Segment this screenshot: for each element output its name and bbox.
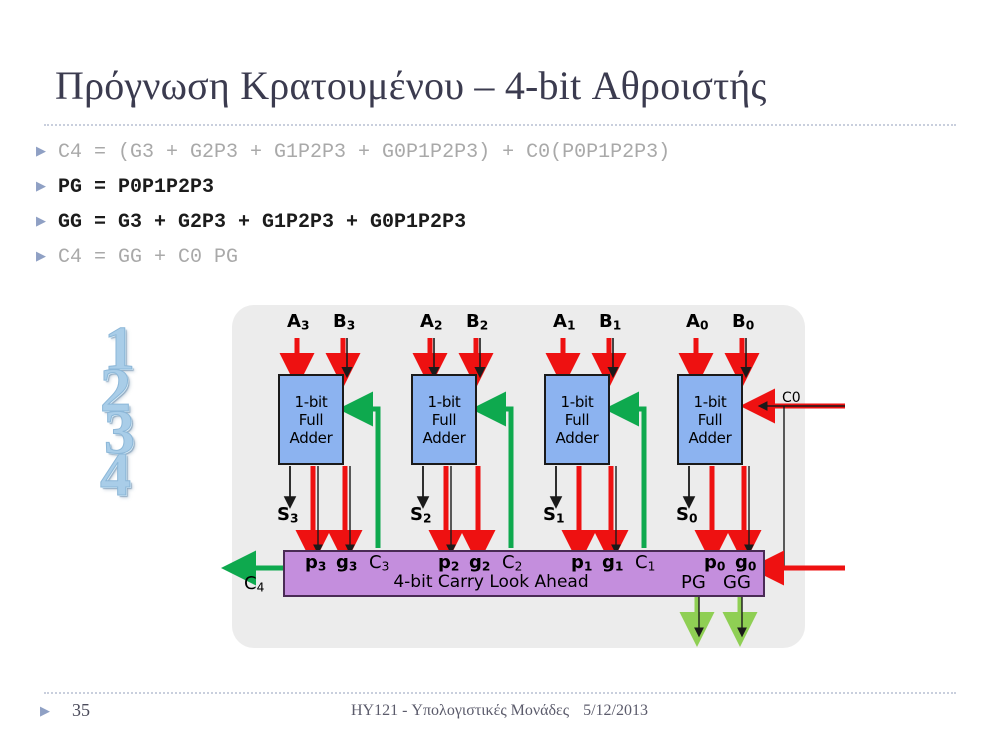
cla-port-p1: p1 bbox=[571, 552, 593, 574]
adder-block-2[interactable]: 1-bit Full Adder bbox=[411, 374, 477, 465]
input-label-b3: B3 bbox=[333, 311, 356, 333]
adder-block-3-line-1: Full bbox=[298, 410, 324, 429]
cla-port-p2: p2 bbox=[438, 552, 460, 574]
adder-block-2-line-0: 1-bit bbox=[427, 392, 461, 411]
carry-label-c1: C1 bbox=[635, 552, 656, 574]
bullet-item-0: ▶ C4 = (G3 + G2P3 + G1P2P3 + G0P1P2P3) +… bbox=[36, 138, 966, 173]
carry-out-label-c4: C4 bbox=[244, 573, 265, 595]
bullet-marker-icon: ▶ bbox=[36, 178, 46, 193]
carry-in-label-c0: C0 bbox=[782, 390, 801, 406]
cla-output-label-gg: GG bbox=[723, 572, 751, 593]
input-label-a3: A3 bbox=[287, 311, 310, 333]
adder-block-1[interactable]: 1-bit Full Adder bbox=[544, 374, 610, 465]
adder-block-0-line-2: Adder bbox=[688, 428, 732, 447]
watermark-digit-1: 1 bbox=[104, 315, 136, 383]
input-label-a0: A0 bbox=[686, 311, 709, 333]
input-label-a2: A2 bbox=[420, 311, 443, 333]
adder-block-1-line-2: Adder bbox=[555, 428, 599, 447]
bullet-item-1: ▶ PG = P0P1P2P3 bbox=[36, 173, 966, 208]
adder-block-3-line-2: Adder bbox=[289, 428, 333, 447]
cla-port-g0: g0 bbox=[735, 552, 757, 574]
cla-output-label-pg: PG bbox=[681, 572, 706, 593]
watermark-digit-2: 2 bbox=[100, 357, 132, 425]
adder-block-3[interactable]: 1-bit Full Adder bbox=[278, 374, 344, 465]
bullet-marker-icon: ▶ bbox=[36, 213, 46, 228]
footer-course: HY121 - Υπολογιστικές Μονάδες bbox=[350, 702, 570, 719]
input-label-b2: B2 bbox=[466, 311, 489, 333]
bullet-text-3: C4 = GG + C0 PG bbox=[58, 246, 239, 269]
sum-label-s0: S0 bbox=[676, 504, 698, 526]
adder-block-0[interactable]: 1-bit Full Adder bbox=[677, 374, 743, 465]
carry-look-ahead-label: 4-bit Carry Look Ahead bbox=[393, 572, 589, 592]
footer-text: HY121 - Υπολογιστικές Μονάδες 5/12/2013 bbox=[0, 702, 999, 720]
watermark-digit-4: 4 bbox=[100, 441, 132, 509]
decorative-numbers-watermark: 1 2 3 4 bbox=[98, 318, 178, 508]
sum-label-s1: S1 bbox=[543, 504, 565, 526]
sum-label-s2: S2 bbox=[410, 504, 432, 526]
input-label-b1: B1 bbox=[599, 311, 622, 333]
cla-port-p0: p0 bbox=[704, 552, 726, 574]
adder-block-1-line-0: 1-bit bbox=[560, 392, 594, 411]
input-label-b0: B0 bbox=[732, 311, 755, 333]
bullet-text-1: PG = P0P1P2P3 bbox=[58, 176, 215, 199]
cla-port-g3: g3 bbox=[336, 552, 358, 574]
cla-port-p3: p3 bbox=[305, 552, 327, 574]
adder-block-0-line-1: Full bbox=[697, 410, 723, 429]
adder-block-2-line-1: Full bbox=[431, 410, 457, 429]
bullet-item-2: ▶ GG = G3 + G2P3 + G1P2P3 + G0P1P2P3 bbox=[36, 208, 966, 243]
title-divider bbox=[44, 124, 956, 126]
adder-block-0-line-0: 1-bit bbox=[693, 392, 727, 411]
page-title: Πρόγνωση Κρατουμένου – 4-bit Αθροιστής bbox=[55, 63, 767, 108]
carry-label-c2: C2 bbox=[502, 552, 523, 574]
footer-divider bbox=[44, 692, 956, 694]
bullet-marker-icon: ▶ bbox=[36, 248, 46, 263]
adder-block-2-line-2: Adder bbox=[422, 428, 466, 447]
input-label-a1: A1 bbox=[553, 311, 576, 333]
adder-block-1-line-1: Full bbox=[564, 410, 590, 429]
cla-port-g1: g1 bbox=[602, 552, 624, 574]
bullet-text-2: GG = G3 + G2P3 + G1P2P3 + G0P1P2P3 bbox=[58, 211, 467, 234]
bullet-marker-icon: ▶ bbox=[36, 143, 46, 158]
cla-port-g2: g2 bbox=[469, 552, 491, 574]
bullet-list: ▶ C4 = (G3 + G2P3 + G1P2P3 + G0P1P2P3) +… bbox=[36, 138, 966, 278]
carry-label-c3: C3 bbox=[369, 552, 390, 574]
watermark-digit-3: 3 bbox=[104, 399, 136, 467]
sum-label-s3: S3 bbox=[277, 504, 299, 526]
footer-date: 5/12/2013 bbox=[583, 702, 648, 719]
bullet-item-3: ▶ C4 = GG + C0 PG bbox=[36, 243, 966, 278]
bullet-text-0: C4 = (G3 + G2P3 + G1P2P3 + G0P1P2P3) + C… bbox=[58, 141, 671, 164]
adder-block-3-line-0: 1-bit bbox=[294, 392, 328, 411]
